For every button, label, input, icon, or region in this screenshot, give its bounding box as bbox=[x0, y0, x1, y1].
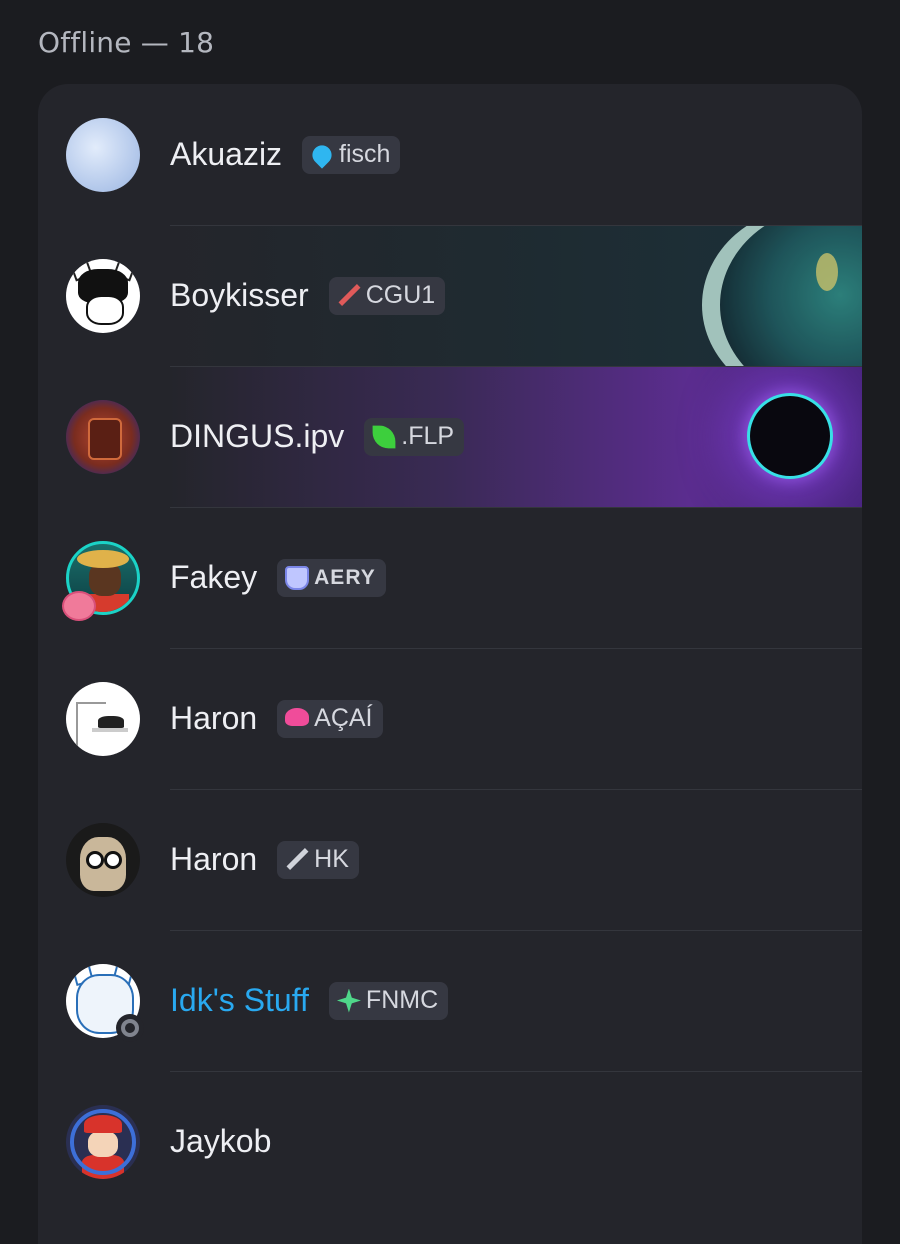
offline-status-icon bbox=[116, 1013, 144, 1042]
member-row-jaykob[interactable]: Jaykob bbox=[38, 1071, 862, 1212]
guild-tag-label: HK bbox=[314, 845, 349, 873]
avatar[interactable] bbox=[62, 540, 140, 621]
guild-tag-label: AERY bbox=[314, 565, 376, 589]
guild-tag-label: .FLP bbox=[401, 422, 455, 450]
avatar-decoration bbox=[62, 590, 96, 621]
row-divider bbox=[170, 930, 862, 931]
guild-tag[interactable]: AÇAÍ bbox=[277, 699, 383, 738]
guild-tag-label: CGU1 bbox=[365, 281, 436, 309]
member-row-boykisser[interactable]: Boykisser CGU1 bbox=[38, 225, 862, 366]
green-sparkle-icon bbox=[336, 988, 361, 1013]
pink-mushroom-icon bbox=[285, 707, 310, 726]
member-name: Haron bbox=[170, 700, 258, 736]
member-row-haron-2[interactable]: Haron HK bbox=[38, 789, 862, 930]
offline-section-header: Offline — 18 bbox=[38, 26, 215, 59]
member-row-haron[interactable]: Haron AÇAÍ bbox=[38, 648, 862, 789]
guild-tag-label: FNMC bbox=[365, 986, 439, 1014]
green-leaf-icon bbox=[372, 425, 396, 448]
row-divider bbox=[170, 507, 862, 508]
member-row-fakey[interactable]: Fakey AERY bbox=[38, 507, 862, 648]
avatar[interactable] bbox=[66, 117, 140, 192]
avatar[interactable] bbox=[66, 399, 140, 474]
guild-tag-label: fisch bbox=[339, 140, 391, 168]
guild-tag[interactable]: HK bbox=[277, 840, 359, 879]
member-row-idks-stuff[interactable]: Idk's Stuff FNMC bbox=[38, 930, 862, 1071]
member-name: Haron bbox=[170, 841, 258, 877]
row-divider bbox=[170, 225, 862, 226]
member-name: Fakey bbox=[170, 559, 258, 595]
avatar[interactable] bbox=[66, 258, 140, 333]
member-name: Akuaziz bbox=[170, 136, 283, 172]
member-list: Akuaziz fisch Boykisser CGU1 DINGUS.ipv … bbox=[38, 84, 862, 1244]
guild-tag-label: AÇAÍ bbox=[314, 704, 373, 732]
water-drop-icon bbox=[308, 140, 336, 169]
avatar[interactable] bbox=[66, 1104, 140, 1179]
guild-tag[interactable]: FNMC bbox=[328, 981, 449, 1020]
avatar[interactable] bbox=[66, 822, 140, 897]
guild-tag[interactable]: AERY bbox=[277, 558, 386, 597]
silver-sword-icon bbox=[285, 848, 309, 872]
row-divider bbox=[170, 1071, 862, 1072]
avatar[interactable] bbox=[66, 963, 144, 1042]
guild-tag[interactable]: fisch bbox=[302, 135, 401, 174]
member-name: Jaykob bbox=[170, 1123, 272, 1159]
guild-tag[interactable]: .FLP bbox=[364, 417, 465, 456]
member-name: Boykisser bbox=[170, 277, 309, 313]
member-name: DINGUS.ipv bbox=[170, 418, 345, 454]
red-sword-icon bbox=[337, 284, 361, 308]
crystal-icon bbox=[285, 565, 310, 590]
avatar[interactable] bbox=[66, 681, 140, 756]
row-divider bbox=[170, 648, 862, 649]
row-divider bbox=[170, 789, 862, 790]
member-row-dingus[interactable]: DINGUS.ipv .FLP bbox=[38, 366, 862, 507]
guild-tag[interactable]: CGU1 bbox=[328, 276, 446, 315]
row-divider bbox=[170, 366, 862, 367]
member-row-akuaziz[interactable]: Akuaziz fisch bbox=[38, 84, 862, 225]
member-name: Idk's Stuff bbox=[170, 982, 309, 1018]
